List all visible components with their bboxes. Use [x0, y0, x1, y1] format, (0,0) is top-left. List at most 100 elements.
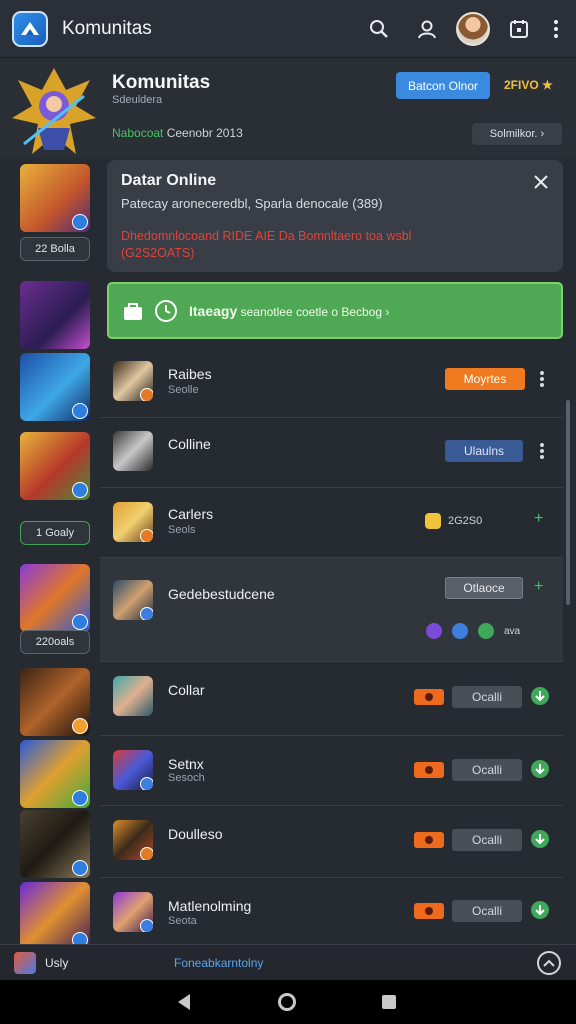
page-title: Komunitas — [112, 72, 211, 93]
bottom-link[interactable]: Foneabkarntolny — [174, 956, 263, 970]
points-badge: 2FIVO ★ — [504, 78, 553, 92]
more-vert-icon[interactable] — [536, 368, 548, 390]
filter-button[interactable]: Solmilkor. › — [472, 123, 562, 145]
bottom-label[interactable]: Usly — [45, 956, 68, 970]
game-card[interactable] — [20, 810, 90, 878]
item-sub: Seols — [168, 524, 196, 536]
game-card[interactable] — [20, 353, 90, 421]
home-icon[interactable] — [278, 993, 296, 1011]
orange-badge-icon — [140, 529, 153, 542]
app-bar: Komunitas — [0, 0, 576, 58]
cube-icon[interactable] — [14, 952, 36, 974]
back-icon[interactable] — [178, 994, 190, 1010]
game-card[interactable] — [20, 668, 90, 736]
game-card[interactable] — [20, 882, 90, 950]
avatar — [113, 750, 153, 790]
plus-icon[interactable]: + — [534, 578, 543, 596]
community-header: Komunitas Sdeuldera Nabocoat Ceenobr 201… — [0, 58, 576, 158]
status-ok-label: Nabocoat — [112, 126, 164, 140]
item-name: Setnx — [168, 756, 204, 772]
record-icon — [414, 689, 444, 705]
list-item[interactable]: Doulleso Ocalli — [100, 806, 563, 878]
promo-banner[interactable]: Itaeagy seanotlee coetle o Becbog › — [107, 282, 563, 339]
join-button[interactable]: Batcon Olnor — [396, 72, 490, 99]
game-card[interactable] — [20, 164, 90, 232]
action-button[interactable]: Ocalli — [452, 900, 522, 922]
list-item[interactable]: Colline Ulaulns — [100, 418, 563, 488]
game-card[interactable] — [20, 281, 90, 349]
app-title: Komunitas — [62, 17, 152, 39]
avatar — [113, 431, 153, 471]
scrollbar[interactable] — [566, 400, 570, 605]
orange-badge-icon — [140, 847, 153, 860]
game-card-count[interactable]: 1 Goaly — [20, 521, 90, 545]
banner-text: Itaeagy seanotlee coetle o Becbog › — [189, 302, 390, 319]
close-icon[interactable] — [531, 172, 551, 192]
user-avatar[interactable] — [456, 11, 490, 46]
item-name: Gedebestudcene — [168, 586, 275, 602]
list-item[interactable]: Matlenolming Seota Ocalli — [100, 878, 563, 944]
verified-icon — [72, 482, 88, 498]
item-value: 2G2S0 — [448, 515, 483, 527]
verified-icon — [72, 614, 88, 630]
bag-icon — [124, 302, 142, 320]
avatar — [113, 502, 153, 542]
record-icon — [414, 903, 444, 919]
green-icon — [478, 623, 494, 639]
verified-icon — [72, 214, 88, 230]
list-item[interactable]: Setnx Sesoch Ocalli — [100, 736, 563, 806]
item-sub: Seota — [168, 915, 197, 927]
avatar — [113, 361, 153, 401]
download-icon[interactable] — [530, 829, 550, 849]
orange-badge-icon — [140, 388, 153, 401]
action-button[interactable]: Otlaoce — [445, 577, 523, 599]
plus-icon[interactable]: + — [534, 510, 543, 528]
hero-character-icon — [12, 68, 96, 154]
list-item[interactable]: Collar Ocalli — [100, 662, 563, 736]
record-icon — [414, 762, 444, 778]
notice-body: Patecay aroneceredbl, Sparla denocale (3… — [121, 196, 383, 211]
scroll-up-icon[interactable] — [537, 951, 561, 975]
game-card[interactable] — [20, 740, 90, 808]
item-name: Doulleso — [168, 826, 223, 842]
verified-icon — [72, 790, 88, 806]
download-icon[interactable] — [530, 686, 550, 706]
page-subtitle: Sdeuldera — [112, 94, 163, 106]
bottom-bar: Usly Foneabkarntolny — [0, 944, 576, 980]
action-button[interactable]: Ulaulns — [445, 440, 523, 462]
item-name: Matlenolming — [168, 898, 252, 914]
game-card-count[interactable]: 220oals — [20, 630, 90, 654]
action-button[interactable]: Ocalli — [452, 759, 522, 781]
action-button[interactable]: Moyrtes — [445, 368, 525, 390]
status-icons-text: ava — [504, 625, 521, 637]
more-vert-icon[interactable] — [536, 440, 548, 462]
game-card-count[interactable]: 22 Bolla — [20, 237, 90, 261]
blue-check-icon — [452, 623, 468, 639]
system-nav-bar — [0, 980, 576, 1024]
item-name: Carlers — [168, 506, 214, 522]
blue-badge-icon — [140, 777, 153, 790]
game-card[interactable] — [20, 564, 90, 632]
verified-icon — [72, 403, 88, 419]
more-vert-icon[interactable] — [548, 10, 564, 48]
avatar — [113, 580, 153, 620]
verified-icon — [72, 860, 88, 876]
blue-badge-icon — [140, 919, 153, 932]
game-card[interactable] — [20, 432, 90, 500]
calendar-icon[interactable] — [500, 10, 538, 48]
list-item[interactable]: Raibes Seolle Moyrtes — [100, 346, 563, 418]
notice-warning: Dhedomnlocoand RIDE AIE Da Bomnltaero to… — [121, 229, 412, 260]
profile-icon[interactable] — [408, 10, 446, 48]
download-icon[interactable] — [530, 900, 550, 920]
recents-icon[interactable] — [382, 995, 396, 1009]
download-icon[interactable] — [530, 759, 550, 779]
list-item[interactable]: Carlers Seols 2G2S0 + — [100, 488, 563, 558]
status-line: Nabocoat Ceenobr 2013 — [112, 126, 243, 140]
list-item[interactable]: Gedebestudcene Otlaoce + ava — [100, 558, 563, 662]
purple-check-icon — [426, 623, 442, 639]
action-button[interactable]: Ocalli — [452, 686, 522, 708]
search-icon[interactable] — [360, 10, 398, 48]
action-button[interactable]: Ocalli — [452, 829, 522, 851]
item-sub: Seolle — [168, 384, 199, 396]
app-logo-icon[interactable] — [12, 10, 48, 47]
